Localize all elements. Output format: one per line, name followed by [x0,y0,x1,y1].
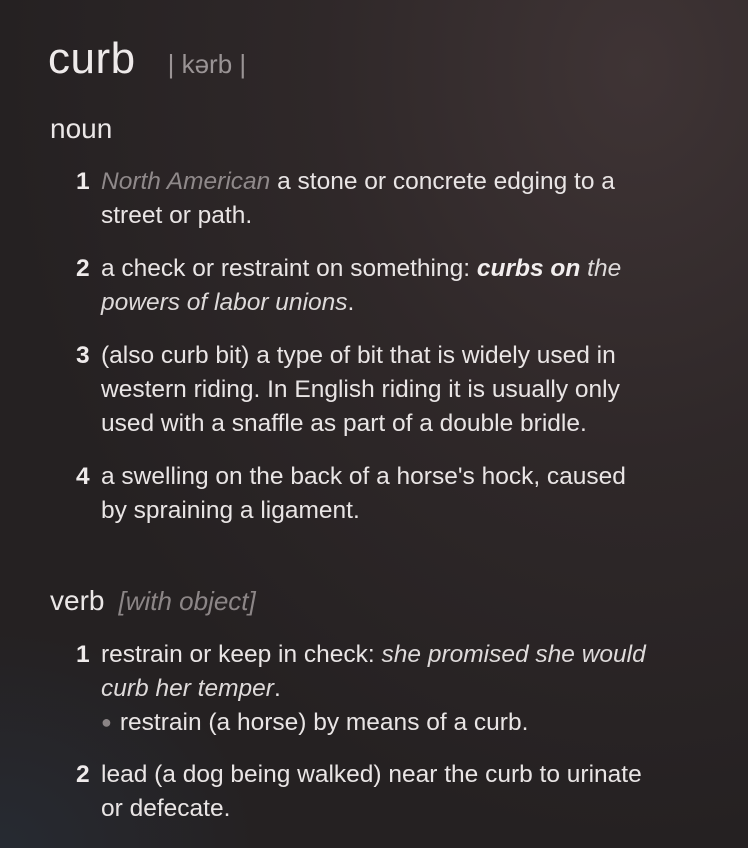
definition-text: a swelling on the back of a horse's hock… [101,463,626,490]
subsense-text: restrain (a horse) by means of a curb. [119,709,529,736]
definition-text-continued: or defecate. [101,795,231,822]
definition-text-continued: street or path. [101,202,253,229]
verb-sense-2: 2 lead (a dog being walked) near the curb… [76,758,726,826]
noun-sense-1: 1 North American a stone or concrete edgi… [76,165,726,233]
pos-label-verb: verb [50,585,105,616]
headword: curb [48,34,136,83]
verb-sense-1: 1 restrain or keep in check: she promised… [76,638,726,706]
definition-text: restrain or keep in check: [101,641,375,668]
sense-number: 2 [76,761,90,788]
noun-sense-2: 2 a check or restraint on something: curb… [76,252,726,320]
part-of-speech-noun: noun [50,113,112,145]
headword-row: curb | kərb | [48,34,246,84]
pos-label-noun: noun [50,113,113,144]
sense-number: 4 [76,463,90,490]
example-text-continued: curb her temper [101,675,274,702]
grammar-note: [with object] [118,586,256,616]
definition-text-continued: western riding. In English riding it is … [101,376,620,403]
dictionary-panel: curb | kərb | noun 1 North American a sto… [0,0,748,848]
sense-number: 3 [76,342,90,369]
sense-number: 1 [76,641,90,668]
definition-text: a stone or concrete edging to a [277,168,615,195]
example-keyword: curbs on [476,255,581,282]
sentence-end: . [273,675,281,702]
example-text-continued: powers of labor unions [101,289,348,316]
part-of-speech-verb: verb [with object] [50,585,256,617]
region-label: North American [101,168,271,195]
definition-text: (also curb bit) a type of bit that is wi… [101,342,616,369]
example-text: the [587,255,622,282]
pronunciation: | kərb | [167,49,247,79]
sentence-end: . [347,289,355,316]
verb-subsense: ● restrain (a horse) by means of a curb. [101,706,528,741]
sense-number: 1 [76,168,90,195]
definition-text: a check or restraint on something: [101,255,471,282]
bullet-icon: ● [101,712,112,732]
noun-sense-4: 4 a swelling on the back of a horse's hoc… [76,460,726,528]
definition-text: lead (a dog being walked) near the curb … [101,761,642,788]
example-text: she promised she would [381,641,646,668]
sense-number: 2 [76,255,90,282]
noun-sense-3: 3 (also curb bit) a type of bit that is w… [76,339,726,441]
definition-text-continued: used with a snaffle as part of a double … [101,410,587,437]
definition-text-continued: by spraining a ligament. [101,497,360,524]
